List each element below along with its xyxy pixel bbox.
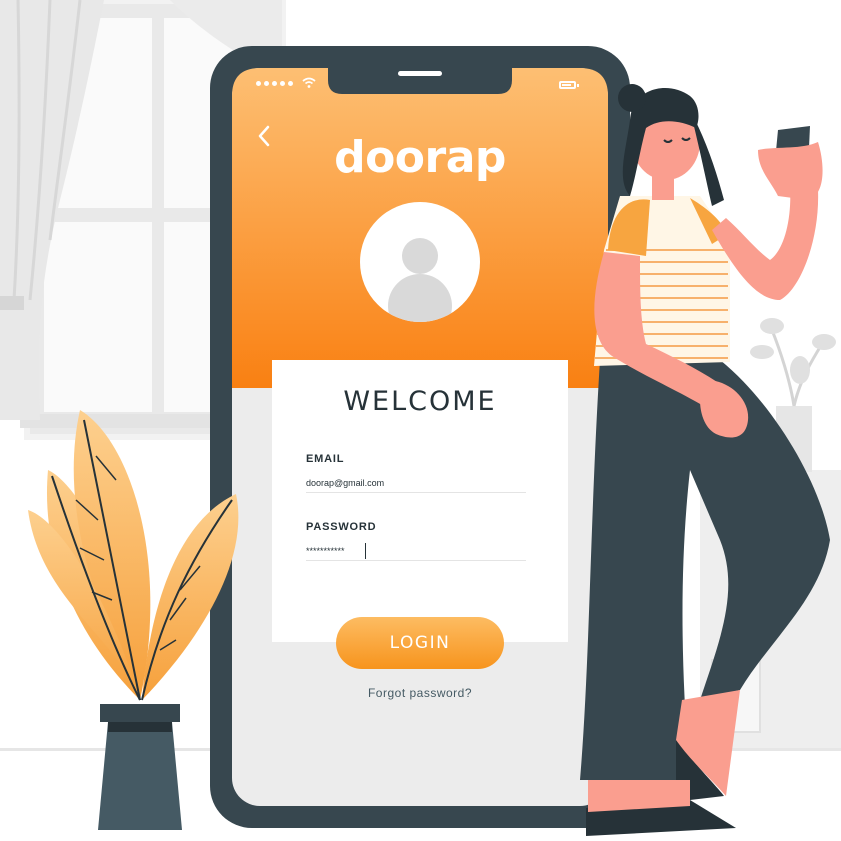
text-caret bbox=[365, 543, 366, 559]
profile-avatar[interactable] bbox=[360, 202, 480, 322]
back-arrow-icon bbox=[258, 125, 270, 147]
password-label: PASSWORD bbox=[306, 521, 377, 533]
login-button[interactable]: LOGIN bbox=[336, 617, 504, 669]
email-label: EMAIL bbox=[306, 453, 345, 465]
app-logo: doorap bbox=[334, 132, 506, 183]
forgot-password-link[interactable]: Forgot password? bbox=[320, 686, 520, 700]
password-field[interactable] bbox=[306, 542, 526, 561]
welcome-title: WELCOME bbox=[343, 386, 497, 417]
back-button[interactable] bbox=[250, 122, 278, 150]
battery-icon bbox=[559, 81, 579, 89]
potted-plant bbox=[28, 410, 239, 830]
signal-icon bbox=[256, 81, 293, 86]
wifi-icon bbox=[302, 77, 316, 88]
status-bar bbox=[256, 76, 586, 94]
email-field[interactable] bbox=[306, 474, 526, 493]
login-card: WELCOME EMAIL PASSWORD bbox=[272, 360, 568, 642]
